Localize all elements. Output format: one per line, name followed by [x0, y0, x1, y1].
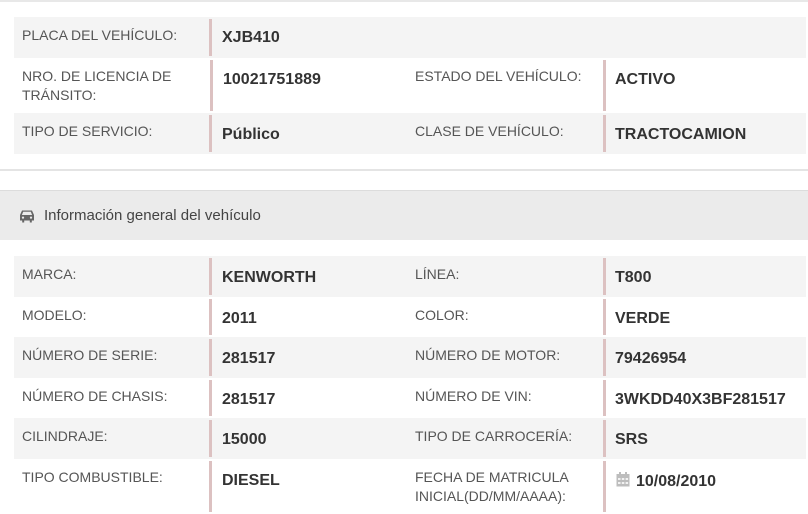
chassis-value: 281517 [209, 380, 407, 416]
table-row: MODELO: 2011 COLOR: VERDE [14, 297, 806, 337]
class-label: CLASE DE VEHÍCULO: [415, 123, 564, 139]
table-row: NÚMERO DE SERIE: 281517 NÚMERO DE MOTOR:… [14, 337, 806, 378]
model-value: 2011 [209, 299, 407, 335]
table-row: TIPO DE SERVICIO: Público CLASE DE VEHÍC… [14, 113, 806, 154]
status-value: ACTIVO [603, 60, 806, 111]
engine-label: NÚMERO DE MOTOR: [415, 347, 561, 363]
class-value: TRACTOCAMION [603, 115, 806, 152]
body-type-label: TIPO DE CARROCERÍA: [415, 428, 573, 444]
table-row: PLACA DEL VEHÍCULO: XJB410 [14, 17, 806, 58]
section-header[interactable]: Información general del vehículo [0, 190, 808, 240]
license-label: NRO. DE LICENCIA DE TRÁNSITO: [22, 68, 172, 103]
brand-value: KENWORTH [209, 258, 407, 295]
license-value: 10021751889 [210, 60, 407, 111]
table-row: NRO. DE LICENCIA DE TRÁNSITO: 1002175188… [14, 58, 806, 113]
divider [0, 169, 808, 171]
displacement-label: CILINDRAJE: [22, 428, 108, 444]
chassis-label: NÚMERO DE CHASIS: [22, 388, 168, 404]
registration-date-cell: 10/08/2010 [603, 461, 806, 512]
serial-value: 281517 [209, 339, 407, 376]
body-type-value: SRS [603, 420, 806, 457]
line-label: LÍNEA: [415, 266, 460, 282]
brand-label: MARCA: [22, 266, 77, 282]
vin-label: NÚMERO DE VIN: [415, 388, 532, 404]
table-row: NÚMERO DE CHASIS: 281517 NÚMERO DE VIN: … [14, 378, 806, 418]
table-row: TIPO COMBUSTIBLE: DIESEL FECHA DE MATRIC… [14, 459, 806, 514]
section-title: Información general del vehículo [44, 207, 261, 224]
table-row: CILINDRAJE: 15000 TIPO DE CARROCERÍA: SR… [14, 418, 806, 459]
fuel-value: DIESEL [209, 461, 407, 512]
engine-value: 79426954 [603, 339, 806, 376]
registration-date-label: FECHA DE MATRICULA INICIAL(DD/MM/AAAA): [415, 469, 568, 504]
registration-table: PLACA DEL VEHÍCULO: XJB410 NRO. DE LICEN… [14, 17, 806, 154]
table-row: MARCA: KENWORTH LÍNEA: T800 [14, 256, 806, 297]
color-label: COLOR: [415, 307, 469, 323]
registration-date-value: 10/08/2010 [636, 473, 717, 490]
top-border [0, 0, 808, 2]
displacement-value: 15000 [209, 420, 407, 457]
vin-value: 3WKDD40X3BF281517 [603, 380, 806, 416]
service-value: Público [209, 115, 407, 152]
model-label: MODELO: [22, 307, 87, 323]
general-info-table: MARCA: KENWORTH LÍNEA: T800 MODELO: 2011… [14, 256, 806, 514]
serial-label: NÚMERO DE SERIE: [22, 347, 158, 363]
plate-label: PLACA DEL VEHÍCULO: [22, 27, 178, 43]
fuel-label: TIPO COMBUSTIBLE: [22, 469, 163, 485]
plate-value: XJB410 [209, 19, 806, 56]
color-value: VERDE [603, 299, 806, 335]
calendar-icon [616, 472, 630, 487]
car-icon [20, 210, 34, 222]
status-label: ESTADO DEL VEHÍCULO: [415, 68, 582, 84]
line-value: T800 [603, 258, 806, 295]
service-label: TIPO DE SERVICIO: [22, 123, 153, 139]
